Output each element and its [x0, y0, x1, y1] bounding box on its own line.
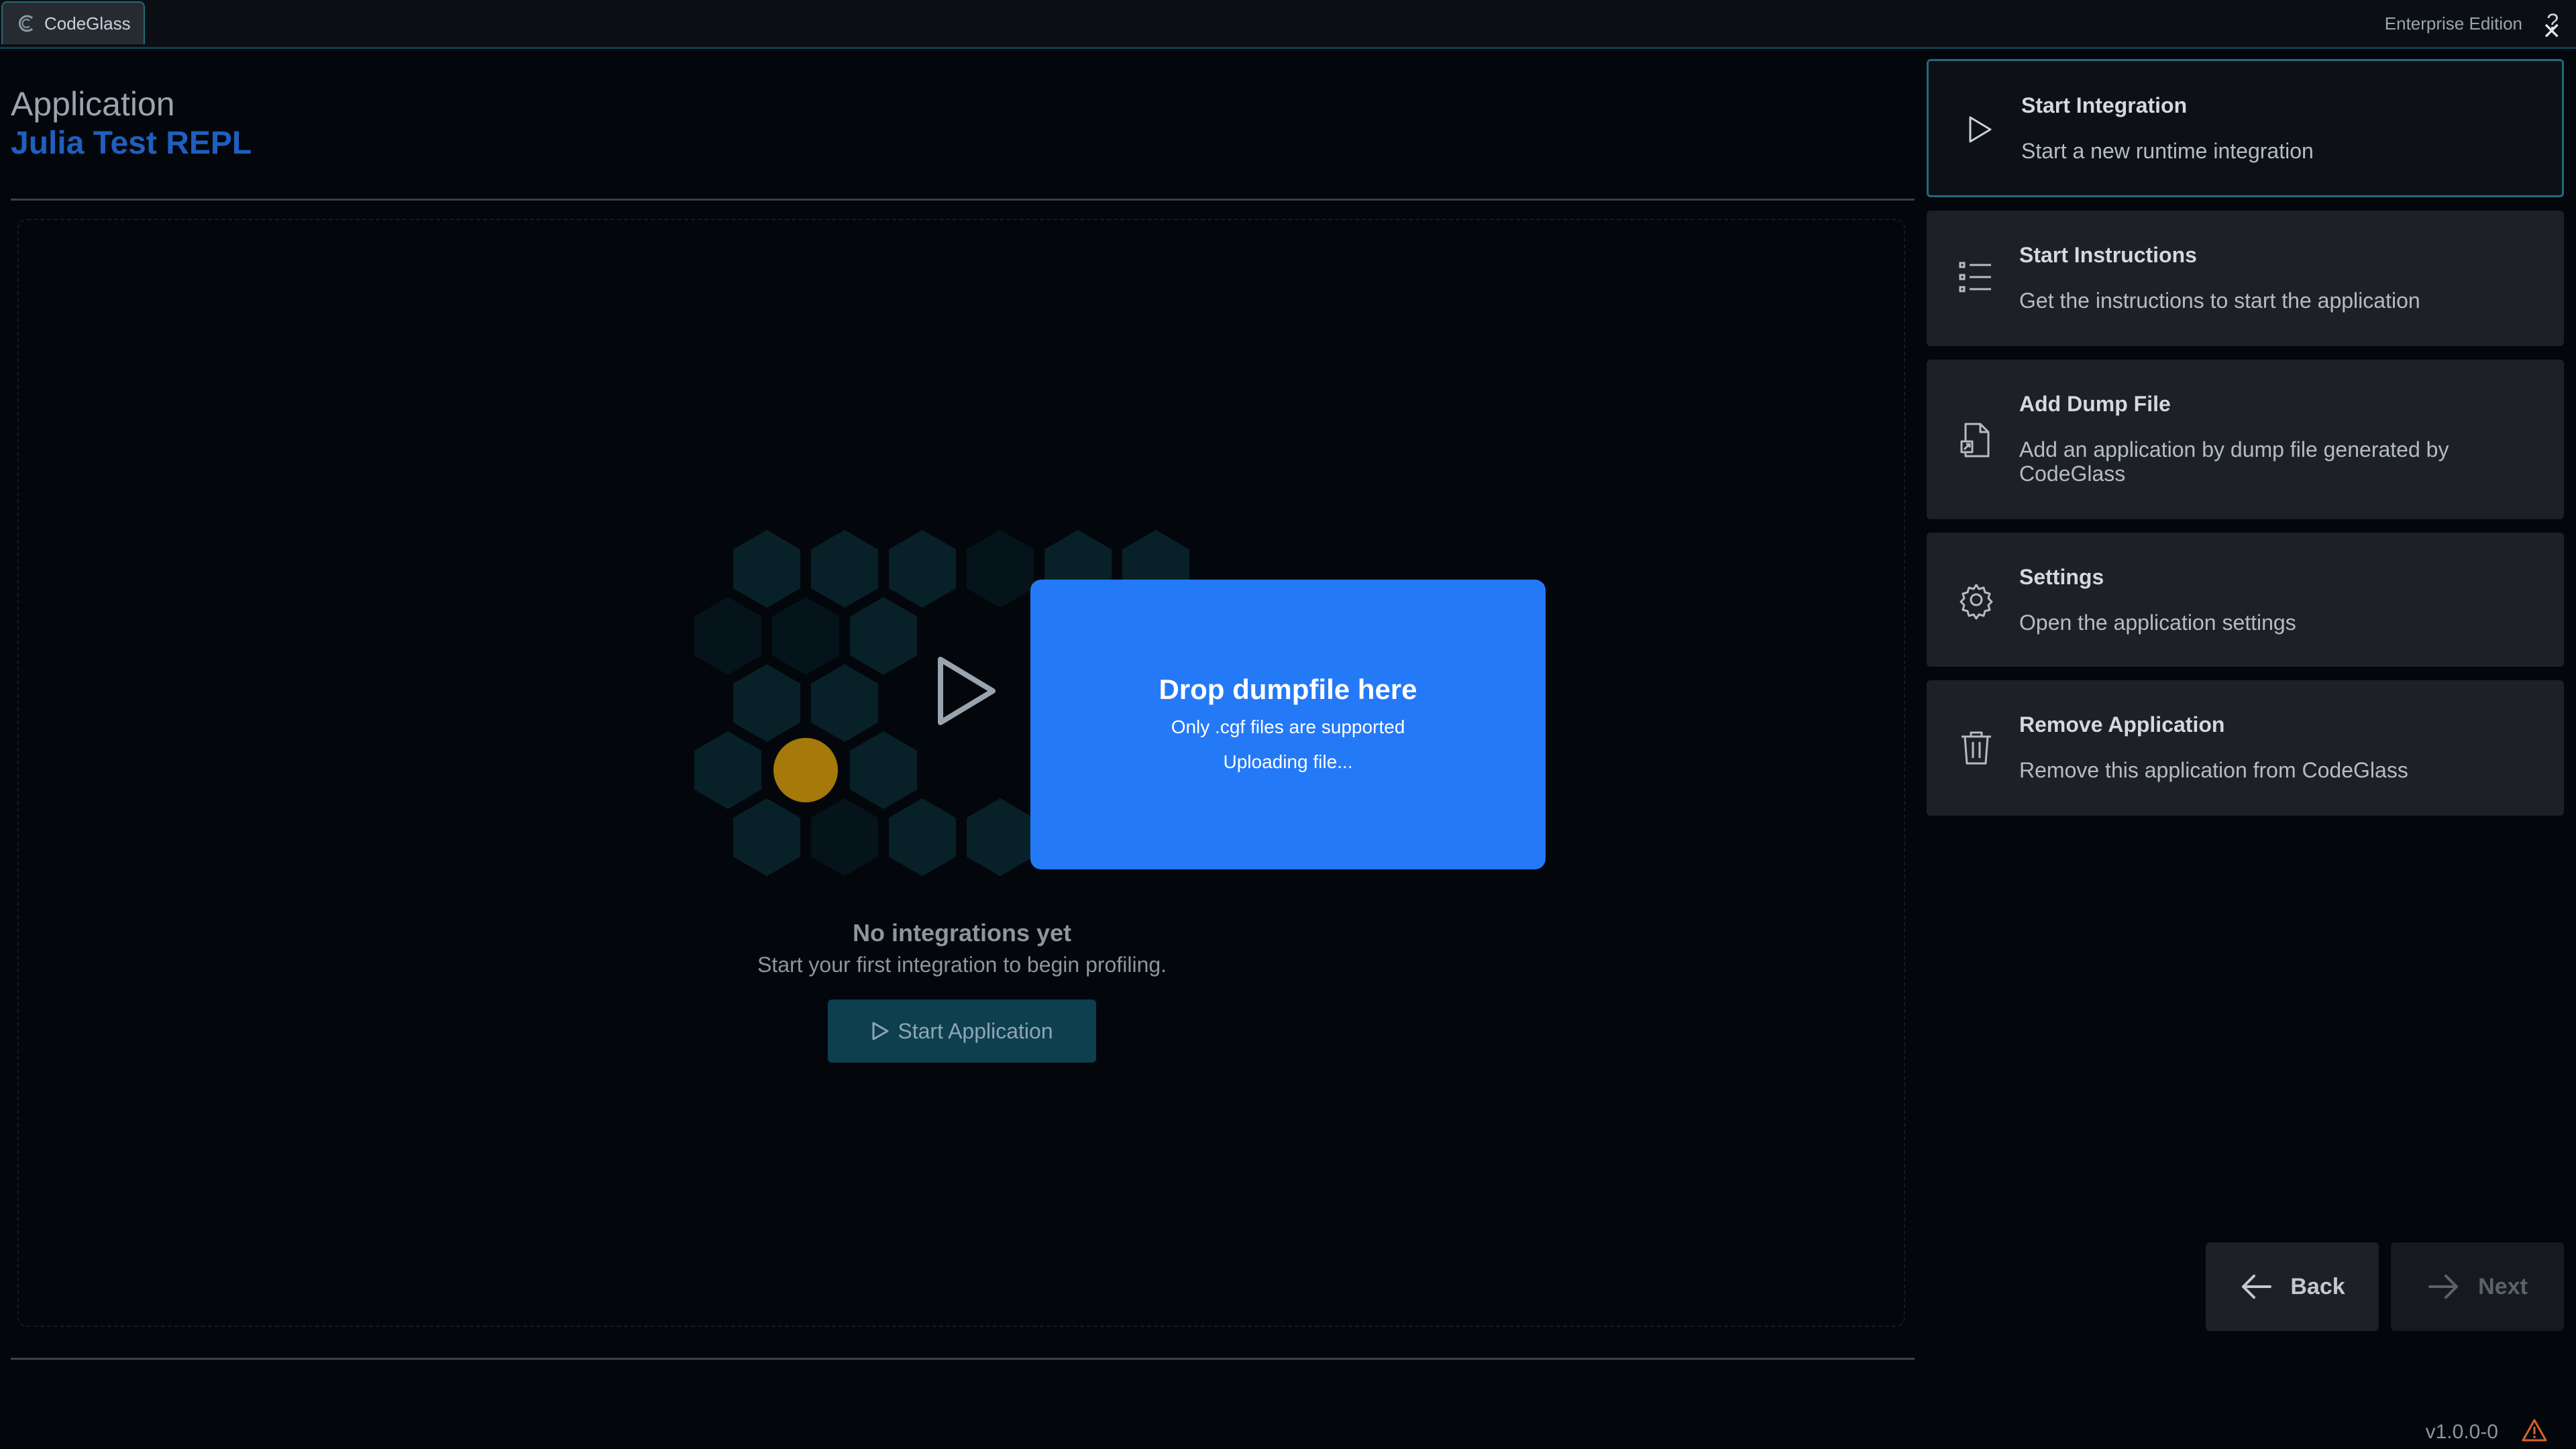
app-tab-label: CodeGlass	[44, 13, 131, 34]
hex-cell	[811, 664, 878, 742]
play-illustration-icon	[938, 657, 996, 725]
action-title: Remove Application	[2019, 712, 2225, 737]
action-remove-application[interactable]: Remove Application Remove this applicati…	[1927, 680, 2564, 816]
action-description: Get the instructions to start the applic…	[2019, 288, 2420, 313]
action-add-dump-file[interactable]: Add Dump File Add an application by dump…	[1927, 360, 2564, 519]
hex-cell	[889, 530, 956, 608]
drop-title: Drop dumpfile here	[1159, 674, 1417, 705]
action-title: Add Dump File	[2019, 392, 2171, 416]
hex-cell	[889, 798, 956, 876]
action-title: Start Integration	[2021, 93, 2188, 117]
hex-cell	[733, 798, 800, 876]
edition-label: Enterprise Edition	[2384, 13, 2522, 34]
back-label: Back	[2290, 1273, 2345, 1299]
hex-cell	[733, 664, 800, 742]
footer-divider	[11, 1358, 1915, 1360]
back-button[interactable]: Back	[2206, 1242, 2379, 1331]
empty-state-title: No integrations yet	[852, 919, 1072, 947]
next-button[interactable]: Next	[2391, 1242, 2564, 1331]
hex-cell	[733, 530, 800, 608]
action-start-integration[interactable]: Start Integration Start a new runtime in…	[1927, 59, 2564, 197]
version-label: v1.0.0-0	[2425, 1421, 2498, 1443]
hex-cell	[694, 597, 761, 675]
empty-state-subtitle: Start your first integration to begin pr…	[757, 953, 1167, 977]
action-description: Add an application by dump file generate…	[2019, 437, 2449, 486]
start-application-button[interactable]: Start Application	[828, 1000, 1096, 1063]
gear-icon	[1960, 584, 1993, 620]
arrow-right-icon	[2428, 1275, 2459, 1299]
codeglass-logo-icon	[19, 15, 34, 32]
trash-icon	[1962, 731, 1991, 765]
action-description: Open the application settings	[2019, 610, 2296, 635]
header-divider	[11, 199, 1915, 201]
hex-cell	[967, 798, 1034, 876]
page-title: Julia Test REPL	[11, 125, 252, 161]
list-icon	[1959, 262, 1991, 292]
action-title: Start Instructions	[2019, 243, 2197, 267]
action-title: Settings	[2019, 565, 2104, 589]
hex-cell	[850, 731, 917, 809]
hex-cell	[811, 530, 878, 608]
action-description: Remove this application from CodeGlass	[2019, 758, 2408, 782]
arrow-left-icon	[2242, 1275, 2272, 1299]
highlight-node	[773, 738, 838, 802]
app-tab[interactable]: CodeGlass	[1, 1, 145, 44]
upload-status: Uploading file...	[1223, 751, 1353, 772]
page-subtitle: Application	[11, 85, 175, 123]
play-icon	[1969, 116, 1992, 143]
hex-cell	[811, 798, 878, 876]
action-description: Start a new runtime integration	[2021, 139, 2314, 163]
close-icon[interactable]: ✕	[2542, 20, 2562, 43]
next-label: Next	[2478, 1273, 2528, 1299]
play-icon	[872, 1022, 889, 1040]
action-settings[interactable]: Settings Open the application settings	[1927, 533, 2564, 667]
drop-overlay[interactable]: Drop dumpfile here Only .cgf files are s…	[1030, 580, 1546, 869]
hex-cell	[967, 530, 1034, 608]
start-application-label: Start Application	[898, 1018, 1053, 1043]
action-start-instructions[interactable]: Start Instructions Get the instructions …	[1927, 211, 2564, 346]
file-icon	[1960, 423, 1990, 458]
drop-subtitle: Only .cgf files are supported	[1171, 716, 1405, 737]
hex-cell	[850, 597, 917, 675]
hex-cell	[694, 731, 761, 809]
title-bar: CodeGlass Enterprise Edition ? ✕	[0, 0, 2576, 49]
warning-icon[interactable]	[2521, 1418, 2548, 1442]
hex-cell	[772, 597, 839, 675]
